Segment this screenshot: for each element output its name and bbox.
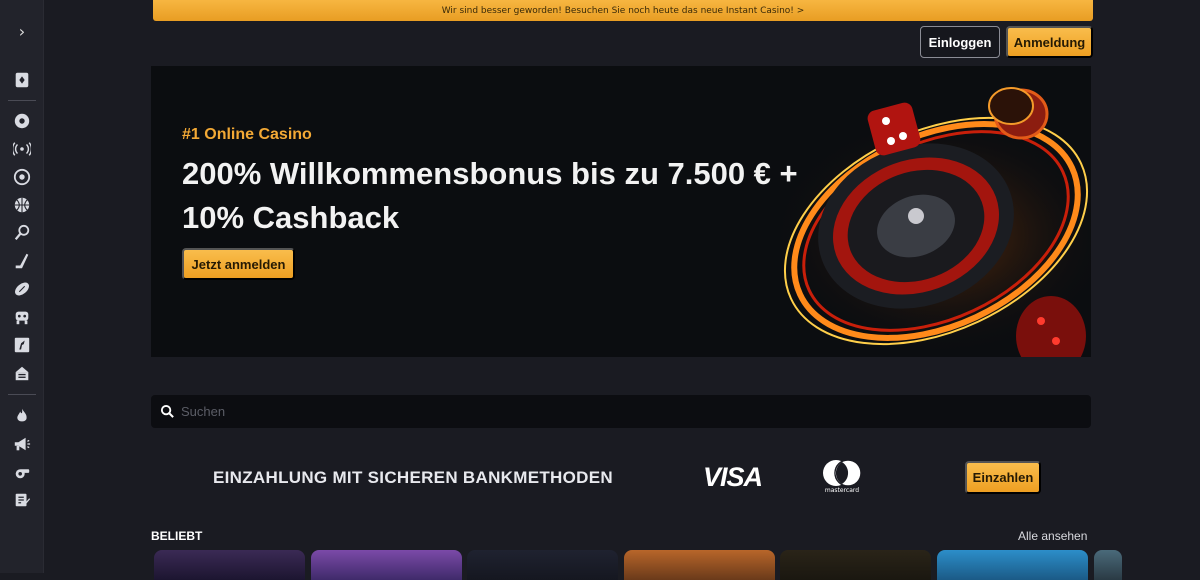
game-card[interactable]: [467, 550, 618, 580]
bank-methods-title: EINZAHLUNG MIT SICHEREN BANKMETHODEN: [213, 468, 613, 487]
promo-banner[interactable]: Wir sind besser geworden! Besuchen Sie n…: [153, 0, 1093, 21]
login-button[interactable]: Einloggen: [920, 26, 1000, 58]
sidebar: ›: [0, 0, 44, 573]
sidebar-divider: [8, 100, 36, 101]
chevron-right-icon[interactable]: ›: [10, 22, 34, 42]
sports-icon[interactable]: [11, 110, 33, 132]
virtual-sports-icon[interactable]: [11, 362, 33, 384]
search-input[interactable]: [181, 395, 1081, 428]
search-icon: [160, 404, 174, 418]
game-card[interactable]: [311, 550, 462, 580]
deposit-button[interactable]: Einzahlen: [965, 461, 1041, 494]
hero-title: 200% Willkommensbonus bis zu 7.500 € + 1…: [182, 156, 798, 235]
american-football-icon[interactable]: [11, 278, 33, 300]
horse-racing-icon[interactable]: [11, 334, 33, 356]
esports-icon[interactable]: [11, 306, 33, 328]
tennis-icon[interactable]: [11, 222, 33, 244]
game-card[interactable]: [154, 550, 305, 580]
hero-signup-button[interactable]: Jetzt anmelden: [182, 248, 295, 280]
see-all-link[interactable]: Alle ansehen: [1018, 529, 1087, 543]
game-card[interactable]: [937, 550, 1088, 580]
register-button[interactable]: Anmeldung: [1006, 26, 1093, 58]
hero-banner[interactable]: #1 Online Casino 200% Willkommensbonus b…: [151, 66, 1091, 357]
soccer-icon[interactable]: [11, 166, 33, 188]
hot-fire-icon[interactable]: [11, 405, 33, 427]
mastercard-label: mastercard: [824, 487, 860, 494]
game-card[interactable]: [624, 550, 775, 580]
hero-kicker: #1 Online Casino: [182, 126, 312, 143]
whistle-icon[interactable]: [11, 461, 33, 483]
betslip-edit-icon[interactable]: [11, 489, 33, 511]
promotions-megaphone-icon[interactable]: [11, 433, 33, 455]
game-card[interactable]: [780, 550, 931, 580]
search-bar: [151, 395, 1091, 428]
basketball-icon[interactable]: [11, 194, 33, 216]
popular-section-title: BELIEBT: [151, 529, 203, 543]
game-card[interactable]: [1094, 550, 1122, 580]
casino-card-icon[interactable]: [11, 69, 33, 91]
sidebar-divider: [8, 394, 36, 395]
live-broadcast-icon[interactable]: [11, 138, 33, 160]
hockey-icon[interactable]: [11, 250, 33, 272]
visa-logo: VISA: [703, 462, 763, 492]
